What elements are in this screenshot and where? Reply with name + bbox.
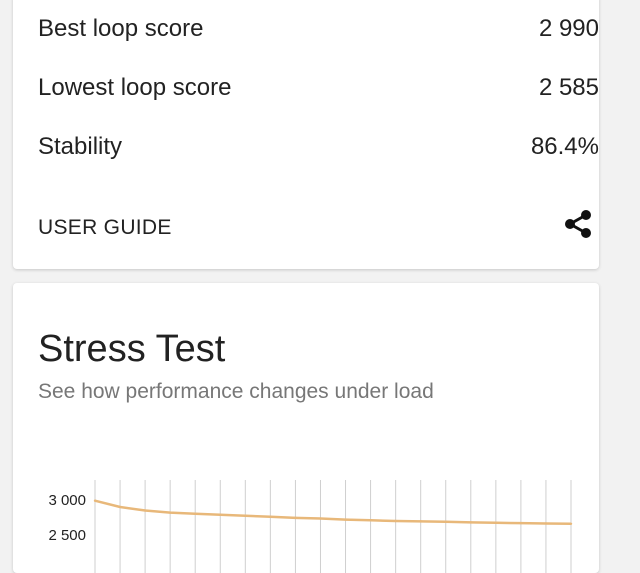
stability-value: 86.4% [530, 133, 599, 160]
data-point [269, 515, 272, 518]
data-point [294, 516, 297, 520]
data-point [344, 518, 347, 521]
data-point [194, 512, 197, 515]
user-guide-link[interactable]: USER GUIDE [38, 216, 172, 240]
stability-label: Stability [38, 133, 123, 160]
stress-test-card: Stress Test See how performance changes … [13, 283, 599, 573]
y-tick-label: 2 500 [48, 527, 86, 544]
lowest-loop-score-label: Lowest loop score [38, 74, 232, 101]
data-point [544, 522, 548, 525]
summary-card: Best loop score 2 990 Lowest loop score … [13, 0, 599, 269]
data-point [519, 521, 523, 525]
data-point [143, 509, 147, 512]
stability-row: Stability 86.4% [38, 132, 599, 162]
lowest-loop-score-row: Lowest loop score 2 585 [38, 73, 599, 103]
best-loop-score-row: Best loop score 2 990 [38, 14, 599, 44]
data-point [319, 517, 322, 520]
lowest-loop-score-value: 2 585 [538, 74, 599, 101]
data-point [444, 520, 447, 523]
data-point [118, 505, 122, 509]
stress-test-chart: 3 000 2 500 [48, 480, 573, 573]
data-point [569, 522, 573, 525]
data-point [369, 519, 372, 522]
data-point [469, 521, 472, 524]
data-point [244, 514, 247, 517]
data-point [419, 520, 422, 523]
series-line [94, 499, 572, 526]
data-point [394, 519, 397, 523]
best-loop-score-label: Best loop score [38, 15, 204, 42]
data-point [219, 513, 222, 516]
best-loop-score-value: 2 990 [538, 15, 599, 42]
data-point [93, 499, 97, 502]
stress-test-title: Stress Test [38, 328, 226, 370]
share-icon[interactable] [561, 207, 595, 241]
share-icon-graphic [565, 210, 591, 238]
stress-test-subtitle: See how performance changes under load [38, 380, 434, 403]
data-point [168, 511, 172, 514]
y-tick-label: 3 000 [48, 492, 86, 509]
data-point [494, 521, 498, 524]
